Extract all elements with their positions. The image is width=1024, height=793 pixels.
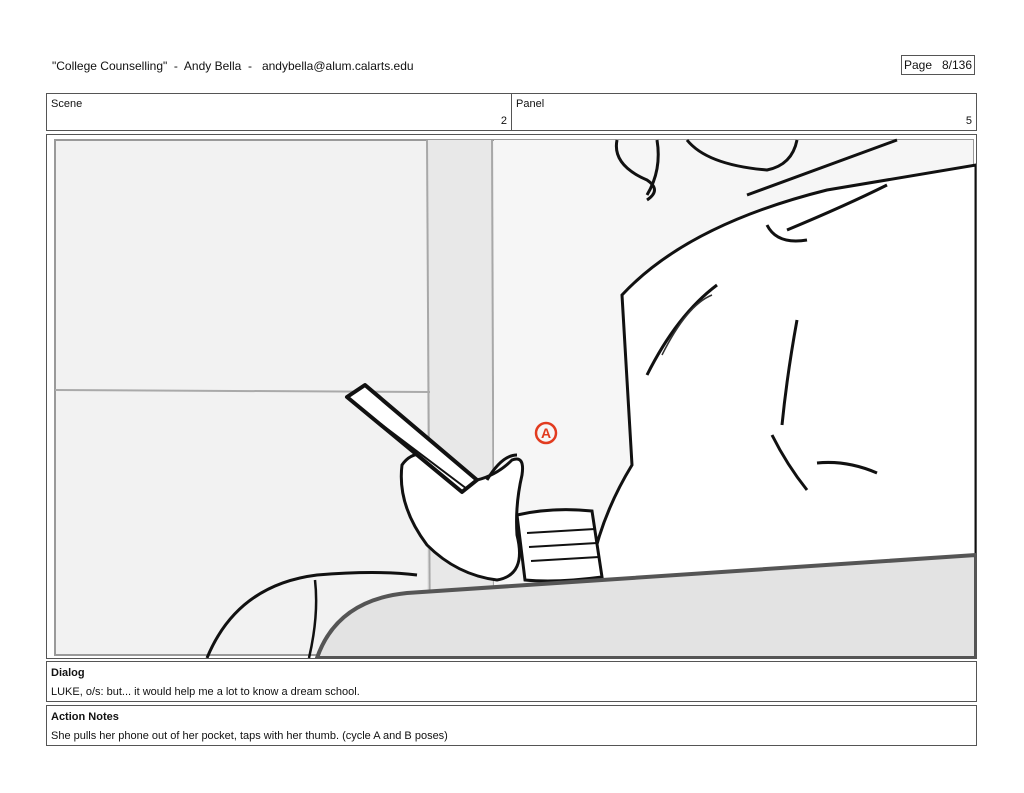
action-notes-text: She pulls her phone out of her pocket, t… <box>51 730 448 742</box>
panel-number: 5 <box>965 115 972 127</box>
action-notes-box: Action Notes She pulls her phone out of … <box>46 705 977 746</box>
scene-cell: Scene 2 <box>47 94 511 130</box>
scene-number: 2 <box>500 115 507 127</box>
scene-panel-row: Scene 2 Panel 5 <box>46 93 977 131</box>
storyboard-panel: A <box>46 134 977 659</box>
panel-cell: Panel 5 <box>511 94 976 130</box>
annotation-mark: A <box>541 425 551 441</box>
action-notes-title: Action Notes <box>51 711 119 723</box>
storyboard-drawing: A <box>54 138 976 658</box>
dialog-text: LUKE, o/s: but... it would help me a lot… <box>51 686 360 698</box>
dialog-box: Dialog LUKE, o/s: but... it would help m… <box>46 661 977 702</box>
document-header: "College Counselling" - Andy Bella - and… <box>52 59 414 73</box>
scene-label: Scene <box>51 98 83 110</box>
dialog-title: Dialog <box>51 667 85 679</box>
page-number: Page 8/136 <box>901 55 975 75</box>
panel-label: Panel <box>516 98 545 110</box>
